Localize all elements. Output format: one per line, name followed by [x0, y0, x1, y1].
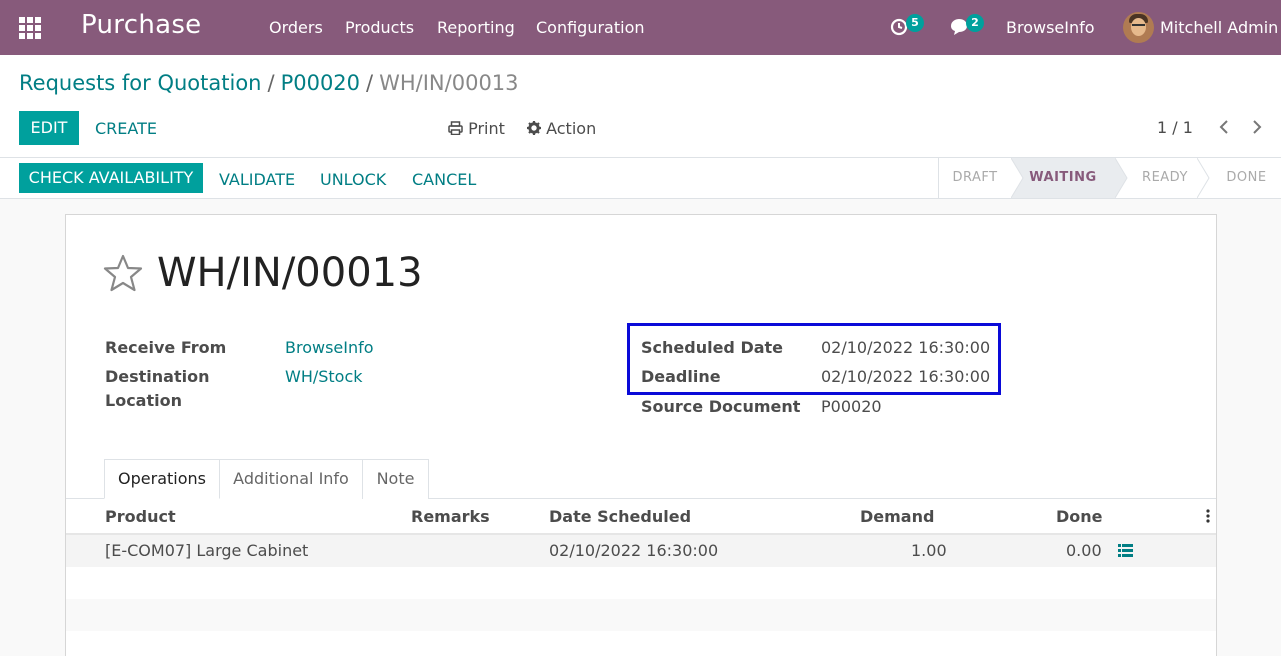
receive-from-label: Receive From: [105, 338, 227, 357]
breadcrumb: Requests for Quotation / P00020/WH/IN/0001…: [19, 71, 519, 95]
menu-reporting[interactable]: Reporting: [437, 18, 515, 37]
edit-button[interactable]: EDIT: [19, 111, 79, 145]
app-name[interactable]: Purchase: [81, 10, 201, 40]
tab-additional-info[interactable]: Additional Info: [219, 459, 363, 499]
tab-operations[interactable]: Operations: [104, 459, 220, 499]
company-switcher[interactable]: BrowseInfo: [1006, 18, 1095, 37]
table-row-empty: [66, 599, 1216, 631]
stage-arrow-icon: [1115, 158, 1128, 198]
control-panel: Requests for Quotation / P00020/WH/IN/0001…: [0, 55, 1281, 158]
column-header-date-scheduled[interactable]: Date Scheduled: [549, 507, 691, 526]
stage-waiting[interactable]: WAITING: [1011, 158, 1115, 198]
column-header-product[interactable]: Product: [105, 507, 176, 526]
stage-done[interactable]: DONE: [1211, 158, 1281, 198]
source-document-value: P00020: [821, 397, 882, 416]
row-demand[interactable]: 1.00: [911, 541, 947, 560]
apps-menu-icon[interactable]: [19, 17, 41, 39]
record-title: WH/IN/00013: [157, 250, 423, 296]
user-avatar[interactable]: [1123, 12, 1154, 43]
chevron-right-icon[interactable]: [1250, 119, 1264, 135]
column-header-remarks[interactable]: Remarks: [411, 507, 490, 526]
destination-location-value[interactable]: WH/Stock: [285, 367, 363, 386]
row-date-scheduled[interactable]: 02/10/2022 16:30:00: [549, 541, 718, 560]
action-menu-button[interactable]: Action: [527, 119, 596, 138]
column-header-demand[interactable]: Demand: [860, 507, 934, 526]
breadcrumb-separator: /: [267, 71, 275, 95]
destination-location-label: Destination: [105, 367, 210, 386]
receive-from-value[interactable]: BrowseInfo: [285, 338, 374, 357]
stage-draft[interactable]: DRAFT: [939, 158, 1011, 198]
stage-arrow-icon: [1197, 158, 1210, 198]
row-product[interactable]: [E-COM07] Large Cabinet: [105, 541, 308, 560]
check-availability-button[interactable]: CHECK AVAILABILITY: [19, 163, 203, 193]
stage-ready[interactable]: READY: [1129, 158, 1201, 198]
cancel-button[interactable]: CANCEL: [412, 170, 476, 189]
destination-location-label-line2: Location: [105, 391, 182, 410]
user-menu[interactable]: Mitchell Admin: [1160, 18, 1278, 37]
tab-note[interactable]: Note: [362, 459, 429, 499]
print-menu-button[interactable]: Print: [448, 119, 505, 138]
message-count-badge: 2: [966, 14, 984, 32]
top-navbar: Purchase Orders Products Reporting Confi…: [0, 0, 1281, 55]
optional-columns-icon[interactable]: [1206, 509, 1210, 523]
activity-count-badge: 5: [906, 14, 924, 32]
detailed-operations-icon[interactable]: [1118, 544, 1133, 557]
unlock-button[interactable]: UNLOCK: [320, 170, 386, 189]
source-document-label: Source Document: [641, 397, 801, 416]
column-header-done[interactable]: Done: [1056, 507, 1103, 526]
pager-value[interactable]: 1 / 1: [1157, 118, 1193, 137]
stage-arrow-icon: [1011, 158, 1024, 198]
date-highlight-box: [627, 323, 1001, 395]
validate-button[interactable]: VALIDATE: [219, 170, 295, 189]
breadcrumb-separator: /: [366, 71, 374, 95]
print-label: Print: [468, 119, 505, 138]
breadcrumb-rfq-link[interactable]: Requests for Quotation: [19, 71, 261, 95]
menu-products[interactable]: Products: [345, 18, 414, 37]
chevron-left-icon[interactable]: [1217, 119, 1231, 135]
menu-configuration[interactable]: Configuration: [536, 18, 645, 37]
status-bar: CHECK AVAILABILITY VALIDATE UNLOCK CANCE…: [0, 158, 1281, 199]
breadcrumb-current: WH/IN/00013: [379, 71, 519, 95]
printer-icon: [448, 121, 463, 136]
row-done[interactable]: 0.00: [1066, 541, 1102, 560]
star-icon[interactable]: [103, 253, 143, 293]
breadcrumb-po-link[interactable]: P00020: [281, 71, 360, 95]
stage-pipeline: DRAFT WAITING READY DONE: [938, 158, 1281, 198]
action-label: Action: [546, 119, 597, 138]
gear-icon: [527, 121, 541, 135]
create-button[interactable]: CREATE: [95, 119, 157, 138]
menu-orders[interactable]: Orders: [269, 18, 323, 37]
